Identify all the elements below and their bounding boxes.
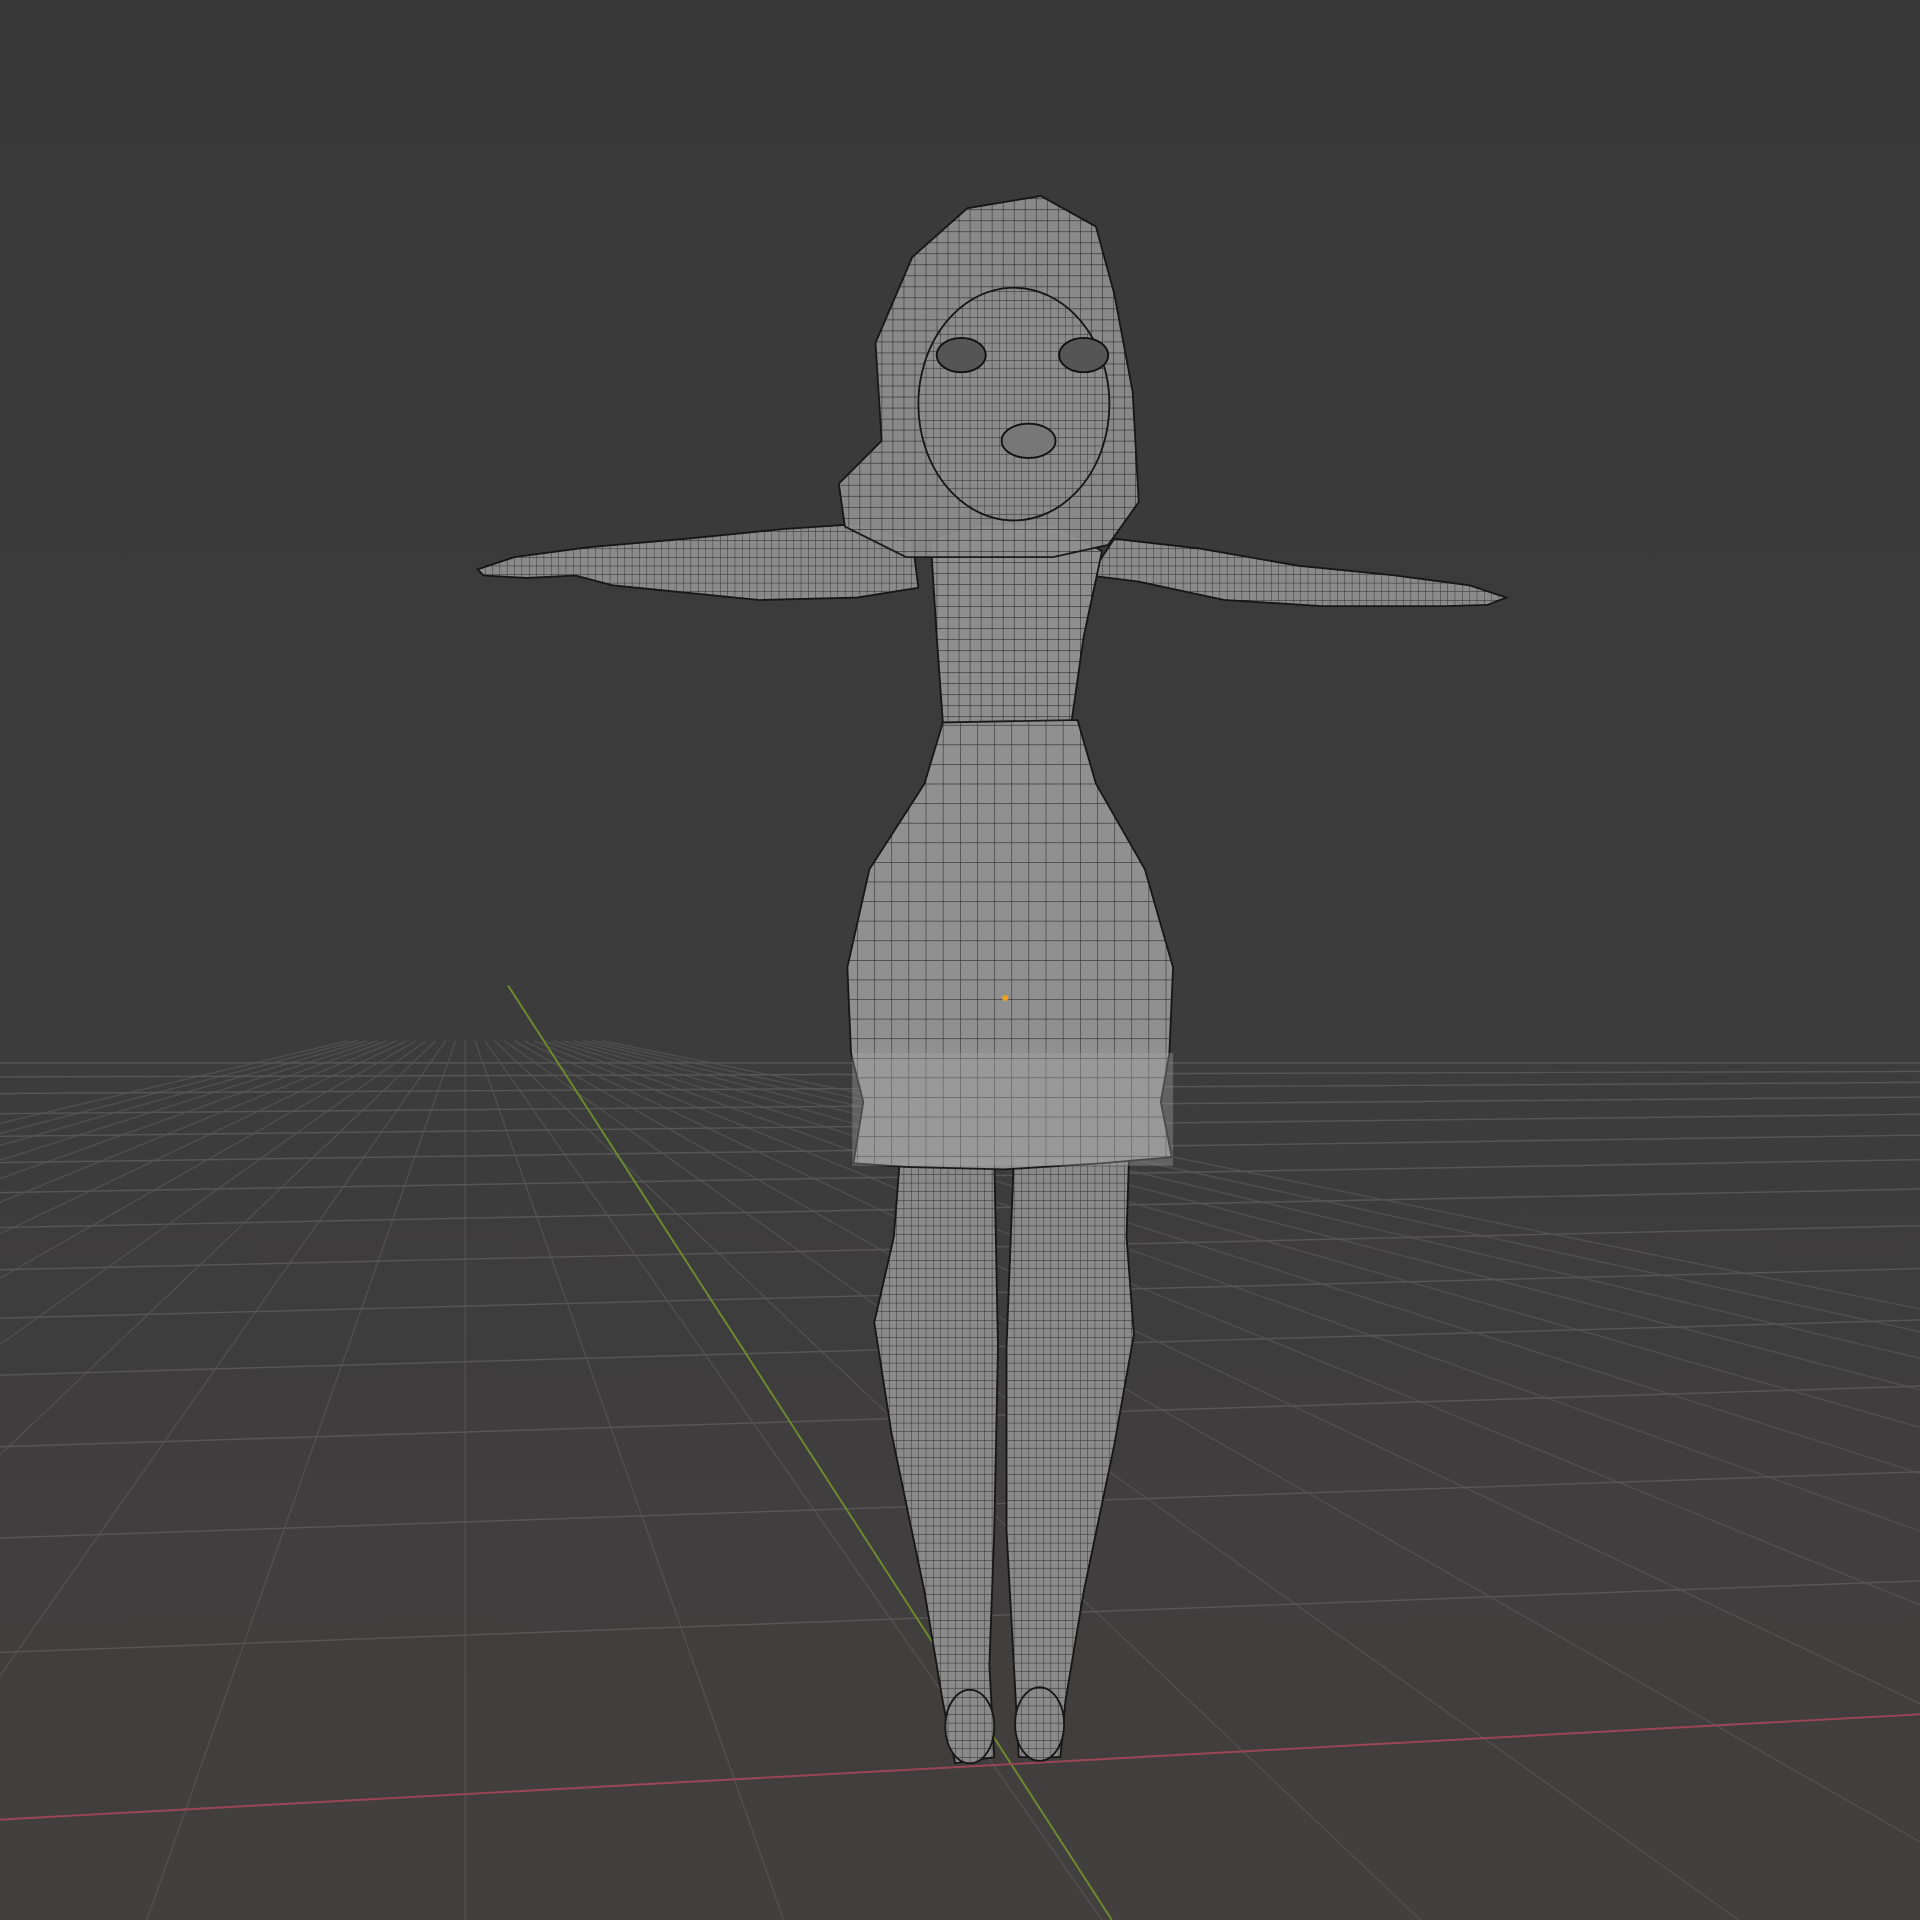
object-origin-dot <box>1002 994 1009 1002</box>
3d-viewport[interactable] <box>0 0 1920 1920</box>
left-eye <box>935 337 987 374</box>
left-foot <box>944 1688 996 1765</box>
mouth <box>1000 422 1057 459</box>
right-foot <box>1014 1686 1065 1762</box>
viewport-canvas[interactable] <box>0 0 1920 1920</box>
face <box>917 286 1111 522</box>
right-eye <box>1058 337 1110 374</box>
dress-hem-sheer <box>852 1053 1174 1166</box>
